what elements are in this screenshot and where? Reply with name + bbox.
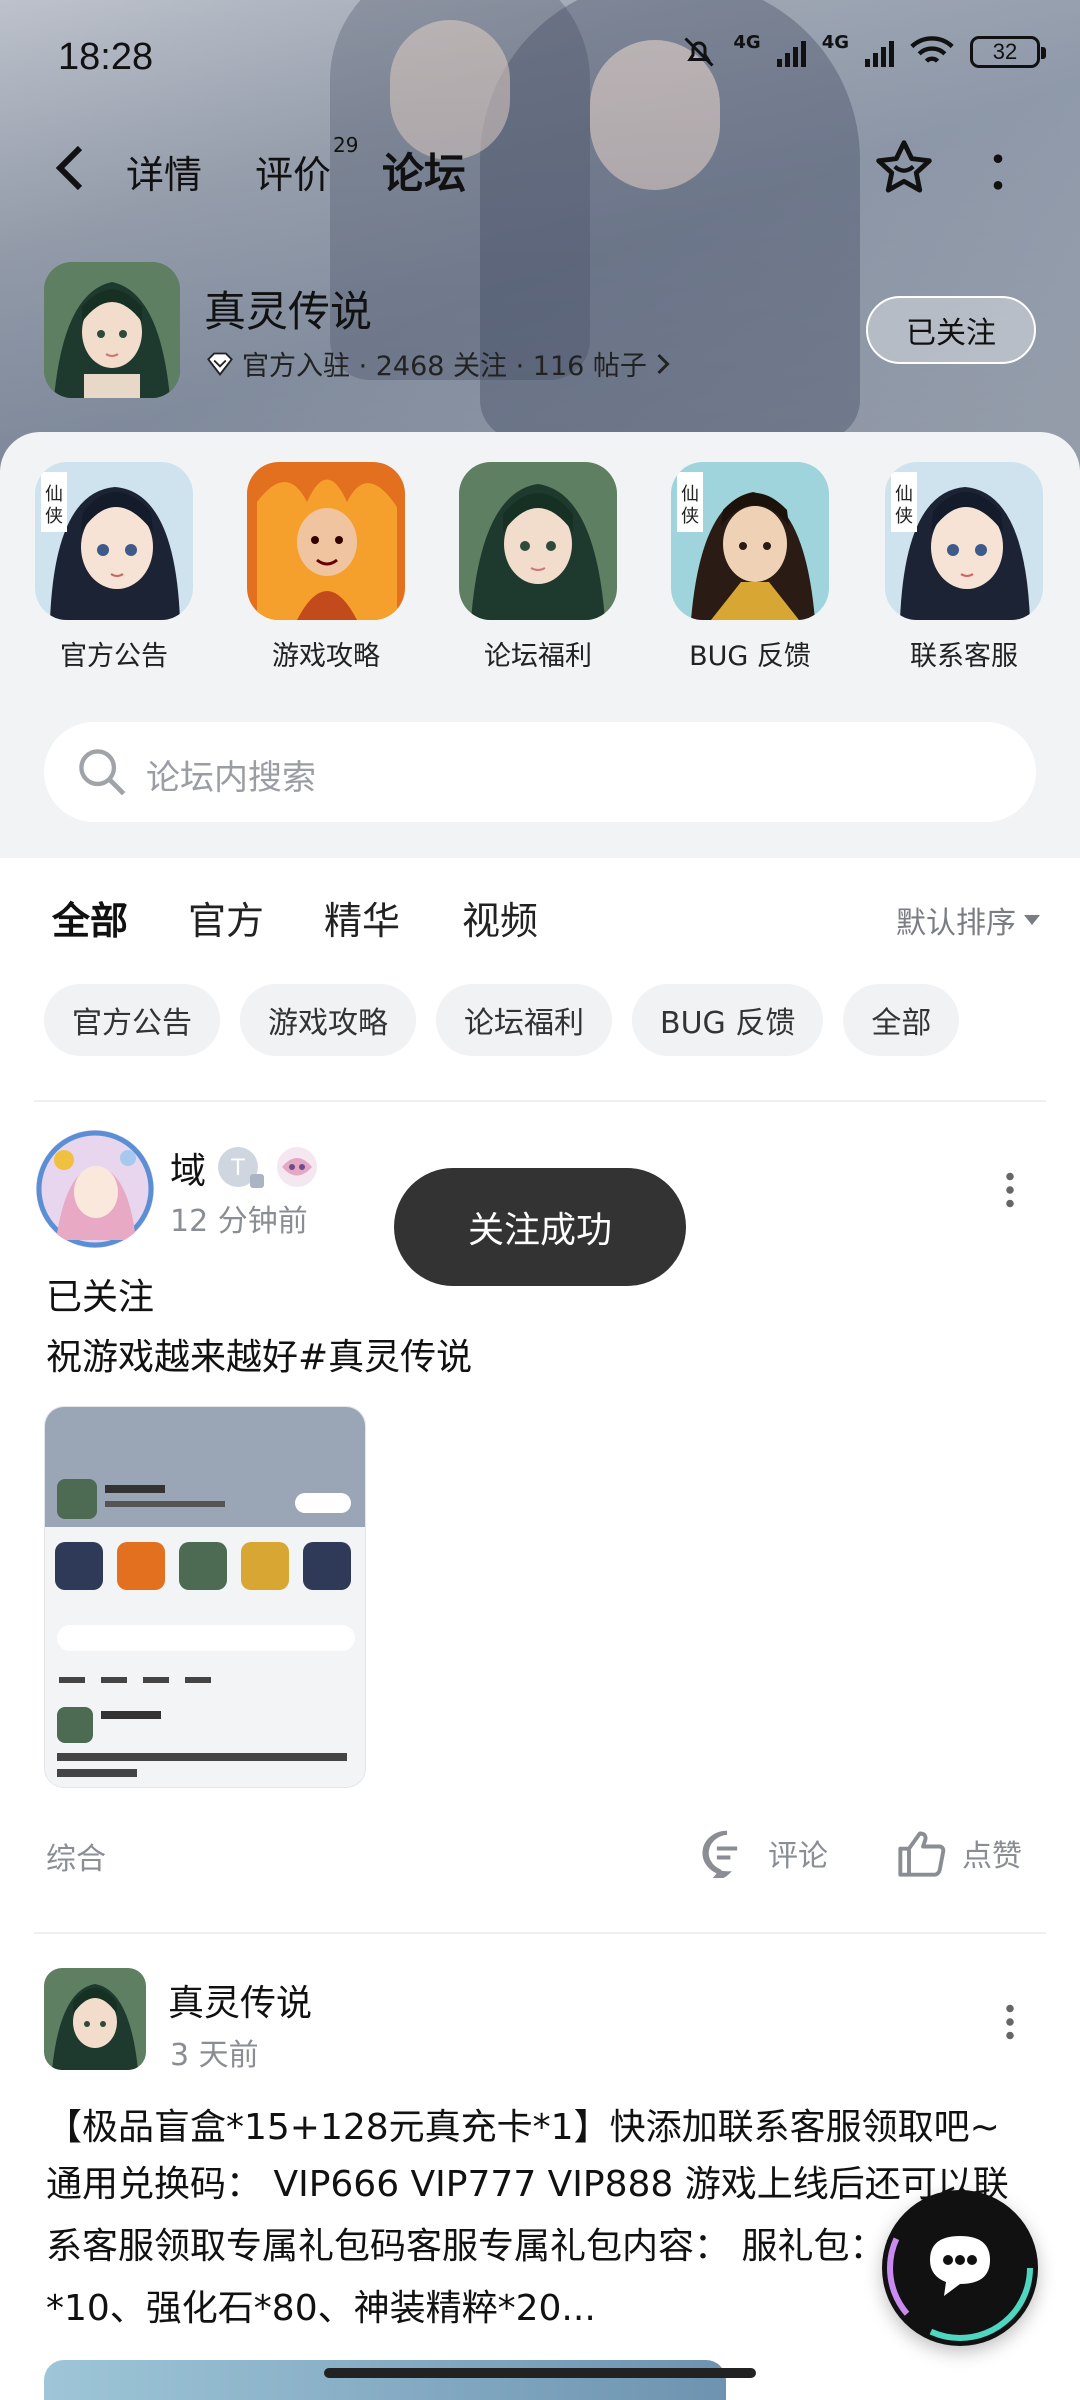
tab-details-label: 详情 bbox=[126, 153, 203, 197]
network-type: 4G bbox=[733, 31, 761, 53]
search-placeholder: 论坛内搜索 bbox=[146, 758, 316, 798]
divider bbox=[34, 1932, 1046, 1934]
category-icon: 仙侠 bbox=[35, 462, 193, 620]
like-label: 点赞 bbox=[962, 1839, 1022, 1874]
status-icons: 4G 4G 32 bbox=[681, 31, 1046, 70]
like-button[interactable]: 点赞 bbox=[896, 1828, 1022, 1878]
top-nav: 详情 评价29 论坛 bbox=[0, 130, 1080, 210]
anime-badge-icon bbox=[277, 1147, 317, 1187]
chat-fab[interactable] bbox=[882, 2190, 1038, 2346]
game-info: 真灵传说 官方入驻 · 2468 关注 · 116 帖子 已关注 bbox=[0, 260, 1080, 410]
caret-down-icon bbox=[1024, 915, 1040, 925]
post-more-icon[interactable] bbox=[1004, 2004, 1016, 2040]
category-icon: 仙侠 bbox=[671, 462, 829, 620]
signal-icon bbox=[776, 37, 806, 67]
category-official-notice[interactable]: 仙侠 官方公告 bbox=[34, 462, 194, 673]
category-label: 联系客服 bbox=[910, 641, 1018, 672]
post-more-icon[interactable] bbox=[1004, 1172, 1016, 1208]
thumbs-up-icon bbox=[898, 1831, 946, 1877]
game-meta[interactable]: 官方入驻 · 2468 关注 · 116 帖子 bbox=[206, 344, 671, 383]
sort-dropdown[interactable]: 默认排序 bbox=[896, 898, 1040, 942]
tab-forum-label: 论坛 bbox=[382, 149, 467, 198]
favorite-star-icon[interactable] bbox=[872, 136, 936, 200]
home-indicator bbox=[324, 2368, 756, 2378]
tab-featured[interactable]: 精华 bbox=[324, 890, 400, 945]
followed-button[interactable]: 已关注 bbox=[866, 296, 1036, 364]
tab-reviews[interactable]: 评价29 bbox=[255, 133, 358, 199]
forum-search-input[interactable]: 论坛内搜索 bbox=[44, 722, 1036, 822]
category-label: 论坛福利 bbox=[484, 641, 592, 672]
chip-bug-report[interactable]: BUG 反馈 bbox=[632, 984, 824, 1056]
tab-details[interactable]: 详情 bbox=[126, 144, 202, 199]
divider bbox=[34, 1100, 1046, 1102]
svg-text:侠: 侠 bbox=[45, 506, 63, 527]
review-count-badge: 29 bbox=[333, 133, 359, 158]
filter-chips: 官方公告 游戏攻略 论坛福利 BUG 反馈 全部 bbox=[44, 984, 1044, 1056]
post-tag[interactable]: 综合 bbox=[46, 1834, 106, 1878]
avatar[interactable] bbox=[36, 1130, 154, 1248]
green-haired-lady-portrait bbox=[44, 262, 180, 398]
post-username[interactable]: 域 bbox=[170, 1142, 206, 1194]
svg-text:仙: 仙 bbox=[895, 484, 913, 505]
post-title: 已关注 bbox=[46, 1277, 155, 1318]
category-label: BUG 反馈 bbox=[689, 641, 811, 672]
status-bar: 18:28 4G 4G 32 bbox=[0, 0, 1080, 110]
post-title: 【极品盲盒*15+128元真充卡*1】快添加联系客服领取吧~ bbox=[46, 2107, 1000, 2148]
status-time: 18:28 bbox=[58, 36, 154, 78]
category-label: 官方公告 bbox=[60, 641, 168, 672]
feed-tabs: 全部 官方 精华 视频 默认排序 bbox=[0, 880, 1080, 960]
search-icon bbox=[79, 749, 126, 796]
battery-icon: 32 bbox=[970, 36, 1046, 68]
toast-message: 关注成功 bbox=[394, 1168, 686, 1286]
category-game-guide[interactable]: 游戏攻略 bbox=[246, 462, 406, 673]
comment-label: 评论 bbox=[768, 1839, 828, 1874]
svg-text:侠: 侠 bbox=[681, 506, 699, 527]
category-forum-benefits[interactable]: 论坛福利 bbox=[458, 462, 618, 673]
sort-label: 默认排序 bbox=[896, 906, 1016, 941]
verified-diamond-icon bbox=[207, 352, 233, 376]
tab-video[interactable]: 视频 bbox=[462, 890, 538, 945]
wifi-icon bbox=[910, 36, 954, 63]
post-time: 12 分钟前 bbox=[170, 1204, 308, 1239]
category-label: 游戏攻略 bbox=[272, 641, 380, 672]
chip-all[interactable]: 全部 bbox=[843, 984, 960, 1056]
category-contact-service[interactable]: 仙侠 联系客服 bbox=[884, 462, 1044, 673]
game-title: 真灵传说 bbox=[204, 287, 373, 336]
avatar[interactable] bbox=[44, 1968, 146, 2070]
post-body: 祝游戏越来越好#真灵传说 bbox=[46, 1337, 473, 1378]
game-meta-text: 官方入驻 · 2468 关注 · 116 帖子 bbox=[242, 351, 647, 382]
chip-forum-benefits[interactable]: 论坛福利 bbox=[436, 984, 612, 1056]
level-badge-icon: T bbox=[218, 1147, 264, 1188]
post-image[interactable] bbox=[44, 1406, 366, 1788]
chevron-right-icon bbox=[657, 353, 670, 374]
game-icon[interactable] bbox=[44, 262, 180, 398]
svg-text:仙: 仙 bbox=[681, 484, 699, 505]
signal-icon bbox=[865, 37, 894, 67]
comment-icon bbox=[702, 1830, 738, 1878]
network-type: 4G bbox=[821, 31, 849, 53]
more-options-icon[interactable] bbox=[988, 152, 1008, 192]
category-bug-report[interactable]: 仙侠 BUG 反馈 bbox=[670, 462, 830, 673]
chip-game-guide[interactable]: 游戏攻略 bbox=[240, 984, 416, 1056]
tab-all[interactable]: 全部 bbox=[52, 890, 128, 951]
back-arrow-icon[interactable] bbox=[52, 144, 92, 192]
screenshot-thumbnail bbox=[45, 1407, 365, 1787]
svg-text:T: T bbox=[230, 1156, 245, 1181]
post-image-peek bbox=[44, 2360, 726, 2400]
tab-reviews-label: 评价 bbox=[255, 153, 332, 197]
category-icon bbox=[459, 462, 617, 620]
comment-button[interactable]: 评论 bbox=[700, 1828, 828, 1878]
post-time: 3 天前 bbox=[170, 2038, 259, 2073]
category-row: 仙侠 官方公告 游戏攻略 论坛福利 仙侠 BUG 反馈 仙侠 联系客服 bbox=[0, 462, 1080, 682]
svg-text:仙: 仙 bbox=[45, 484, 63, 505]
chat-bubble-icon bbox=[887, 2195, 1033, 2341]
category-icon: 仙侠 bbox=[885, 462, 1043, 620]
tab-official[interactable]: 官方 bbox=[188, 890, 264, 945]
chip-official-notice[interactable]: 官方公告 bbox=[44, 984, 220, 1056]
post-username[interactable]: 真灵传说 bbox=[168, 1974, 312, 2026]
category-icon bbox=[247, 462, 405, 620]
mute-bell-icon bbox=[684, 37, 714, 67]
svg-text:侠: 侠 bbox=[895, 506, 913, 527]
tab-forum[interactable]: 论坛 bbox=[379, 140, 469, 205]
